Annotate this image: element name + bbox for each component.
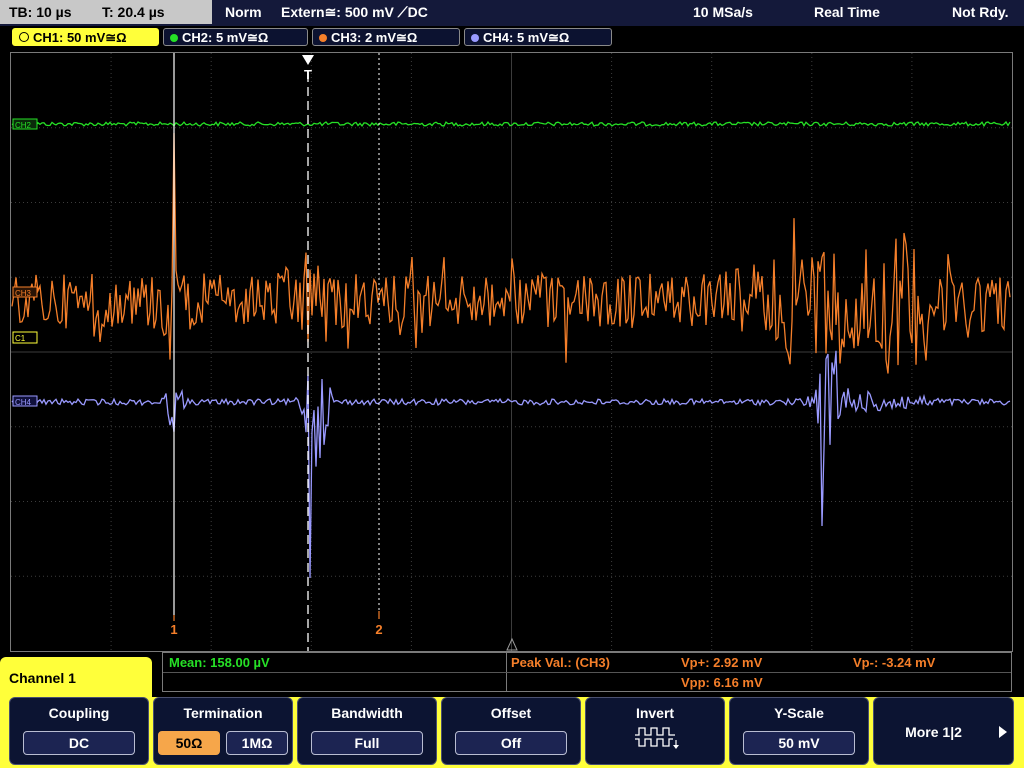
ch1-marker-label: C1	[15, 334, 26, 343]
vpp-measurement: Vpp: 6.16 mV	[681, 675, 763, 690]
bandwidth-title: Bandwidth	[331, 705, 403, 721]
bandwidth-value[interactable]: Full	[311, 731, 423, 755]
mean-measurement: Mean: 158.00 µV	[169, 655, 270, 670]
trigger-status: Not Rdy.	[952, 4, 1009, 20]
ch4-ground-marker[interactable]: CH4	[12, 395, 38, 407]
timebase-panel[interactable]: TB: 10 µs T: 20.4 µs	[0, 0, 212, 24]
vp-minus-measurement: Vp-: -3.24 mV	[853, 655, 936, 670]
bandwidth-button[interactable]: Bandwidth Full	[297, 697, 437, 765]
y-scale-title: Y-Scale	[774, 705, 824, 721]
chevron-right-icon	[999, 726, 1007, 738]
ch4-marker-label: CH4	[15, 398, 32, 407]
tab-ch2-label: CH2: 5 mV≅Ω	[182, 30, 269, 45]
trigger-position-icon	[302, 55, 314, 65]
menu-title-label: Channel 1	[9, 670, 76, 686]
cursor-2-label[interactable]: 2	[375, 622, 382, 637]
invert-button[interactable]: Invert	[585, 697, 725, 765]
offset-value[interactable]: Off	[455, 731, 567, 755]
trigger-time-readout: T: 20.4 µs	[102, 4, 165, 20]
tab-ch4[interactable]: CH4: 5 mV≅Ω	[464, 28, 612, 46]
tab-ch2[interactable]: CH2: 5 mV≅Ω	[163, 28, 308, 46]
ch4-dot-icon	[471, 34, 479, 42]
offset-title: Offset	[490, 705, 532, 721]
termination-1m-ohm-option[interactable]: 1MΩ	[226, 731, 288, 755]
acquisition-mode: Real Time	[814, 4, 880, 20]
ch1-ground-marker[interactable]: C1	[12, 331, 38, 344]
tab-ch1[interactable]: CH1: 50 mV≅Ω	[12, 28, 159, 46]
tab-ch3[interactable]: CH3: 2 mV≅Ω	[312, 28, 460, 46]
tab-ch4-label: CH4: 5 mV≅Ω	[483, 30, 570, 45]
waveform-display[interactable]: 1 T 2 CH2 CH3 C1 CH4	[10, 52, 1013, 652]
ch2-ground-marker[interactable]: CH2	[12, 118, 38, 130]
ch2-dot-icon	[170, 34, 178, 42]
invert-title: Invert	[635, 705, 675, 721]
measurement-panel[interactable]: Mean: 158.00 µV Peak Val.: (CH3) Vp+: 2.…	[162, 652, 1012, 692]
invert-waveform-icon	[635, 727, 679, 749]
tab-ch3-label: CH3: 2 mV≅Ω	[331, 30, 418, 45]
trigger-marker-label[interactable]: T	[304, 67, 312, 82]
coupling-button[interactable]: Coupling DC	[9, 697, 149, 765]
ch2-marker-label: CH2	[15, 121, 32, 130]
ch1-dot-icon	[19, 32, 29, 42]
vp-plus-measurement: Vp+: 2.92 mV	[681, 655, 763, 670]
coupling-value[interactable]: DC	[23, 731, 135, 755]
coupling-title: Coupling	[48, 705, 110, 721]
more-menu-button[interactable]: More 1|2	[873, 697, 1014, 765]
y-scale-value[interactable]: 50 mV	[743, 731, 855, 755]
trigger-source[interactable]: Extern≅: 500 mV ⟋DC	[281, 0, 428, 24]
ch3-dot-icon	[319, 34, 327, 42]
timebase-readout: TB: 10 µs	[9, 4, 72, 20]
tab-ch1-label: CH1: 50 mV≅Ω	[33, 30, 127, 45]
measurement-divider-horizontal	[163, 672, 1011, 673]
ch3-marker-label: CH3	[15, 289, 32, 298]
y-scale-button[interactable]: Y-Scale 50 mV	[729, 697, 869, 765]
trigger-mode[interactable]: Norm	[225, 0, 262, 24]
graticule-grid	[11, 53, 1012, 651]
waveform-canvas: 1 T 2 CH2 CH3 C1 CH4	[11, 53, 1012, 651]
more-menu-label: More 1|2	[905, 724, 962, 740]
menu-title: Channel 1	[0, 657, 152, 700]
peak-value-label: Peak Val.: (CH3)	[511, 655, 610, 670]
offset-button[interactable]: Offset Off	[441, 697, 581, 765]
cursor-1-label[interactable]: 1	[170, 622, 177, 637]
termination-title: Termination	[183, 705, 263, 721]
termination-50-ohm-option[interactable]: 50Ω	[158, 731, 220, 755]
sample-rate: 10 MSa/s	[693, 4, 753, 20]
ch3-ground-marker[interactable]: CH3	[12, 286, 38, 298]
termination-button[interactable]: Termination 50Ω 1MΩ	[153, 697, 293, 765]
